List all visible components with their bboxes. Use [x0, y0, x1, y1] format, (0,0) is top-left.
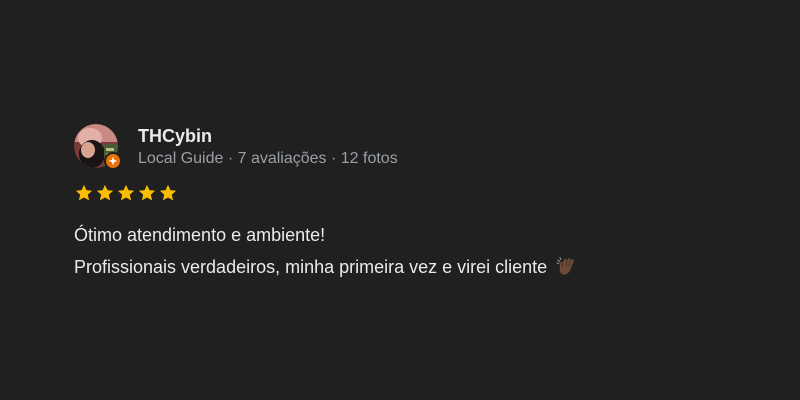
review-text-line-2: Profissionais verdadeiros, minha primeir… [74, 251, 577, 283]
review-text-line-1: Ótimo atendimento e ambiente! [74, 219, 577, 251]
reviewer-header: THCybin Local Guide · 7 avaliações · 12 … [74, 124, 398, 172]
review-text-line-2-content: Profissionais verdadeiros, minha primeir… [74, 257, 548, 277]
avatar-container[interactable] [74, 124, 122, 172]
star-icon [138, 184, 156, 201]
review-text-line-1-content: Ótimo atendimento e ambiente! [74, 225, 326, 245]
reviewer-meta: Local Guide · 7 avaliações · 12 fotos [138, 150, 398, 167]
reviewer-name[interactable]: THCybin [138, 125, 398, 147]
star-icon [96, 184, 114, 201]
star-icon [159, 184, 177, 201]
review-card: THCybin Local Guide · 7 avaliações · 12 … [0, 0, 800, 400]
clapping-hands-icon [556, 257, 575, 275]
star-icon [117, 184, 135, 201]
review-text: Ótimo atendimento e ambiente! Profission… [74, 219, 577, 283]
star-rating [74, 183, 178, 203]
local-guide-star-icon [104, 152, 122, 170]
reviewer-info: THCybin Local Guide · 7 avaliações · 12 … [138, 124, 398, 169]
star-icon [75, 184, 93, 201]
